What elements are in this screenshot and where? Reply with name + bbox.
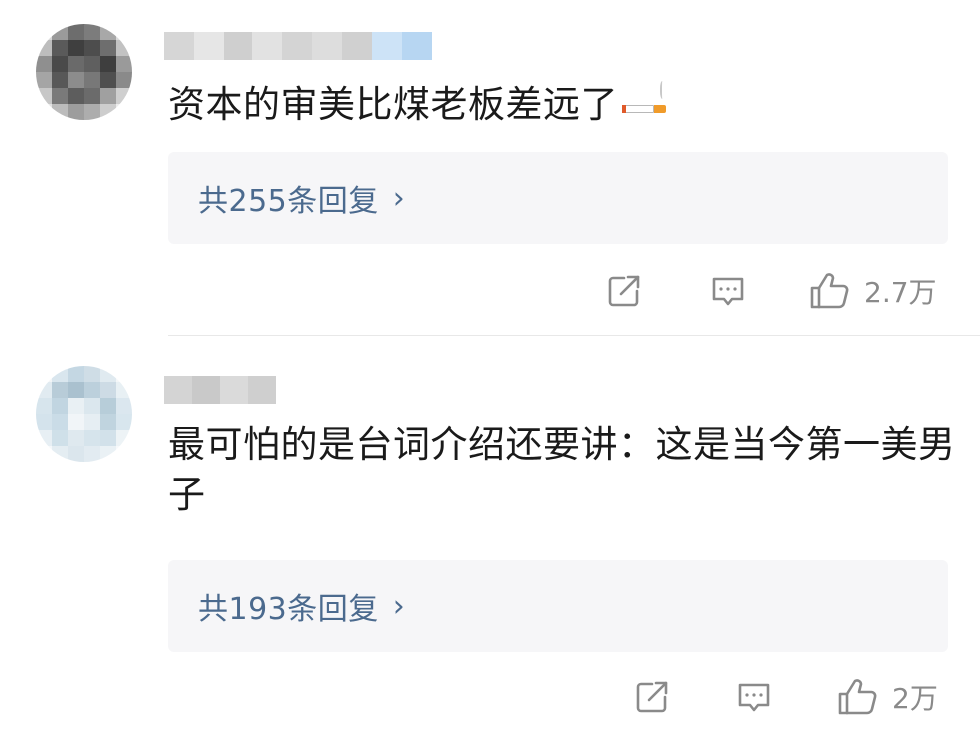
comment-body: 最可怕的是台词介绍还要讲：这是当今第一美男子 — [168, 423, 956, 516]
comment-icon — [738, 683, 770, 712]
comment-item: 资本的审美比煤老板差远了 共255条回复 › 2.7万 — [0, 0, 980, 336]
username-blurred[interactable] — [164, 32, 432, 60]
chevron-right-icon: › — [392, 180, 405, 216]
comment-body: 资本的审美比煤老板差远了 — [168, 83, 618, 126]
comment-icon — [712, 277, 744, 306]
thumbs-up-icon — [810, 273, 849, 309]
comment-text: 资本的审美比煤老板差远了 — [168, 80, 958, 130]
share-icon — [608, 275, 640, 307]
avatar[interactable] — [36, 366, 132, 462]
comment-button[interactable] — [734, 672, 774, 722]
like-button[interactable]: 2.7万 — [806, 266, 937, 316]
cigarette-emoji-icon — [622, 81, 670, 119]
username-blurred[interactable] — [164, 376, 277, 404]
share-button[interactable] — [632, 672, 672, 722]
comment-actions: 2万 — [0, 672, 980, 722]
comment-button[interactable] — [708, 266, 748, 316]
replies-count-label: 共255条回复 — [198, 184, 379, 219]
comment-text: 最可怕的是台词介绍还要讲：这是当今第一美男子 — [168, 420, 958, 520]
thumbs-up-icon — [838, 679, 877, 715]
view-replies-button[interactable]: 共255条回复 › — [168, 152, 948, 244]
comment-item: 最可怕的是台词介绍还要讲：这是当今第一美男子 共193条回复 › 2万 — [0, 336, 980, 736]
view-replies-button[interactable]: 共193条回复 › — [168, 560, 948, 652]
chevron-right-icon: › — [392, 588, 405, 624]
comment-actions: 2.7万 — [0, 266, 980, 316]
avatar[interactable] — [36, 24, 132, 120]
like-count: 2万 — [892, 682, 938, 715]
replies-count-label: 共193条回复 — [198, 592, 379, 627]
share-button[interactable] — [604, 266, 644, 316]
share-icon — [636, 681, 668, 713]
like-button[interactable]: 2万 — [834, 672, 938, 722]
like-count: 2.7万 — [864, 276, 937, 309]
